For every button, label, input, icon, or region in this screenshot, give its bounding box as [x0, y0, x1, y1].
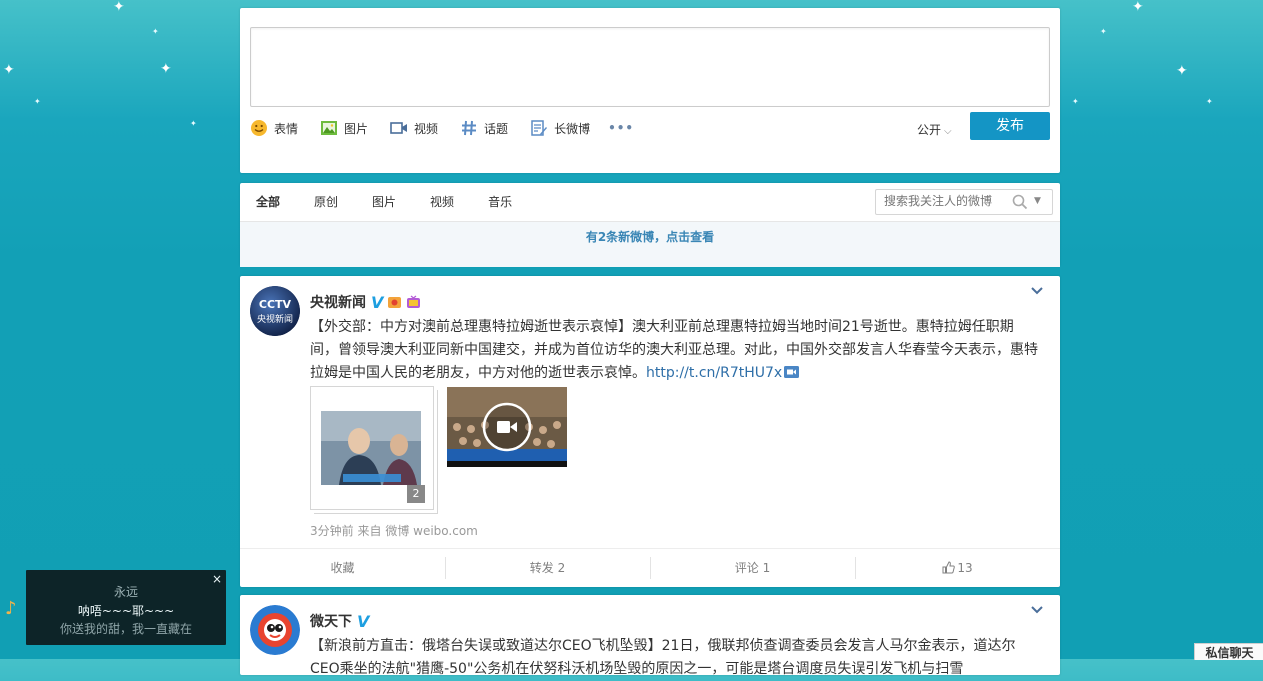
lyric-line-current: 呐唔~~~耶~~~ [77, 604, 175, 618]
chevron-down-icon: ⌵ [944, 126, 952, 137]
private-chat-button[interactable]: 私信聊天 [1194, 643, 1263, 660]
cctv-logo: CCTV 央视新闻 [250, 286, 300, 336]
sparkle-icon: ✦ [1100, 27, 1107, 36]
visibility-dropdown[interactable]: 公开 ⌵ [917, 121, 952, 138]
verified-icon: V [357, 611, 370, 631]
post-actions: 收藏 转发 2 评论 1 13 [240, 548, 1060, 588]
visibility-label: 公开 [917, 123, 942, 137]
post-time[interactable]: 3分钟前 [310, 524, 354, 538]
topic-label: 话题 [484, 121, 509, 136]
svg-text:CCTV: CCTV [259, 298, 292, 311]
composer-toolbar: 表情 图片 视频 话题 长微博 ••• [250, 119, 634, 137]
sparkle-icon: ✦ [34, 97, 41, 106]
video-link-icon[interactable] [784, 366, 800, 378]
tab-music[interactable]: 音乐 [488, 195, 512, 209]
post-text: 【外交部：中方对澳前总理惠特拉姆逝世表示哀悼】澳大利亚前总理惠特拉姆当地时间21… [310, 316, 1040, 385]
video-label: 视频 [414, 121, 439, 136]
sparkle-icon: ✦ [152, 27, 159, 36]
more-tools-button[interactable]: ••• [608, 121, 634, 135]
video-icon [390, 122, 408, 134]
sparkle-icon: ✦ [1206, 97, 1213, 106]
svg-text:央视新闻: 央视新闻 [257, 313, 293, 325]
author-name-text: 微天下 [310, 614, 352, 630]
like-button[interactable]: 13 [855, 549, 1060, 588]
weitianxia-logo [250, 605, 300, 655]
tv-badge-icon[interactable] [406, 295, 421, 309]
medal-icon[interactable] [387, 295, 402, 309]
avatar[interactable]: CCTV 央视新闻 [250, 286, 300, 336]
search-icon[interactable] [1012, 194, 1028, 210]
long-post-icon [531, 120, 548, 136]
comment-button[interactable]: 评论 1 [650, 549, 855, 588]
feed-search-input[interactable] [876, 190, 1010, 212]
repost-button[interactable]: 转发 2 [445, 549, 650, 588]
feed-filter-panel: 全部 原创 图片 视频 音乐 ▼ 有2条新微博，点击查看 [240, 183, 1060, 267]
post-link[interactable]: http://t.cn/R7tHU7x [646, 365, 782, 381]
verified-icon: V [371, 292, 384, 312]
emoji-label: 表情 [274, 121, 299, 136]
smiley-icon [251, 120, 267, 136]
author-name-text: 央视新闻 [310, 295, 366, 311]
image-thumbnail[interactable]: 2 [310, 386, 434, 510]
sparkle-icon: ✦ [1132, 0, 1144, 15]
author-name[interactable]: 微天下 V [310, 611, 369, 631]
publish-button[interactable]: 发布 [970, 112, 1050, 140]
source-prefix: 来自 [357, 524, 382, 538]
hashtag-icon [462, 120, 477, 136]
avatar[interactable] [250, 605, 300, 655]
feed-post: 微天下 V 【新浪前方直击：俄塔台失误或致道达尔CEO飞机坠毁】21日，俄联邦侦… [240, 595, 1060, 677]
video-preview [447, 387, 567, 467]
image-button[interactable]: 图片 [320, 119, 368, 137]
feed-tabs: 全部 原创 图片 视频 音乐 [256, 195, 546, 209]
feed-post: CCTV 央视新闻 央视新闻 V 【外交部：中方对澳前总理惠特拉姆逝世表示哀悼】… [240, 276, 1060, 587]
news-image [321, 411, 421, 485]
post-text: 【新浪前方直击：俄塔台失误或致道达尔CEO飞机坠毁】21日，俄联邦侦查调查委员会… [310, 638, 1016, 677]
favorite-button[interactable]: 收藏 [240, 549, 445, 588]
post-composer: 表情 图片 视频 话题 长微博 ••• 公开 ⌵ 发布 [240, 8, 1060, 173]
video-button[interactable]: 视频 [390, 119, 438, 137]
sparkle-icon: ✦ [160, 61, 172, 77]
search-options-icon[interactable]: ▼ [1034, 196, 1041, 206]
sparkle-icon: ✦ [190, 119, 197, 128]
long-post-label: 长微博 [554, 121, 591, 136]
tab-videos[interactable]: 视频 [430, 195, 454, 209]
emoji-button[interactable]: 表情 [250, 119, 298, 137]
image-icon [321, 121, 338, 135]
tab-images[interactable]: 图片 [372, 195, 396, 209]
chevron-down-icon[interactable] [1030, 284, 1044, 298]
song-title: 永远 [113, 585, 138, 599]
sparkle-icon: ✦ [1176, 63, 1188, 79]
like-count: 13 [957, 561, 973, 575]
post-source[interactable]: 微博 weibo.com [385, 524, 478, 538]
tab-original[interactable]: 原创 [314, 195, 338, 209]
image-count-badge: 2 [407, 485, 425, 503]
music-player: × 永远 呐唔~~~耶~~~ 你送我的甜，我一直藏在 [26, 570, 226, 645]
author-name[interactable]: 央视新闻 V [310, 292, 421, 312]
image-label: 图片 [344, 121, 369, 136]
lyric-line-next: 你送我的甜，我一直藏在 [59, 622, 192, 636]
tab-all[interactable]: 全部 [256, 195, 280, 209]
sparkle-icon: ✦ [1072, 97, 1079, 106]
long-post-button[interactable]: 长微博 [530, 119, 590, 137]
sparkle-icon: ✦ [3, 62, 15, 78]
sparkle-icon: ✦ [113, 0, 125, 15]
music-note-icon[interactable]: ♪ [5, 598, 17, 619]
chevron-down-icon[interactable] [1030, 603, 1044, 617]
new-posts-notice[interactable]: 有2条新微博，点击查看 [240, 221, 1060, 267]
video-thumbnail[interactable] [447, 387, 567, 467]
topic-button[interactable]: 话题 [460, 119, 508, 137]
feed-search: ▼ [875, 189, 1053, 215]
post-meta: 3分钟前 来自 微博 weibo.com [310, 522, 478, 539]
thumbs-up-icon [942, 561, 956, 574]
post-textarea[interactable] [250, 27, 1050, 107]
